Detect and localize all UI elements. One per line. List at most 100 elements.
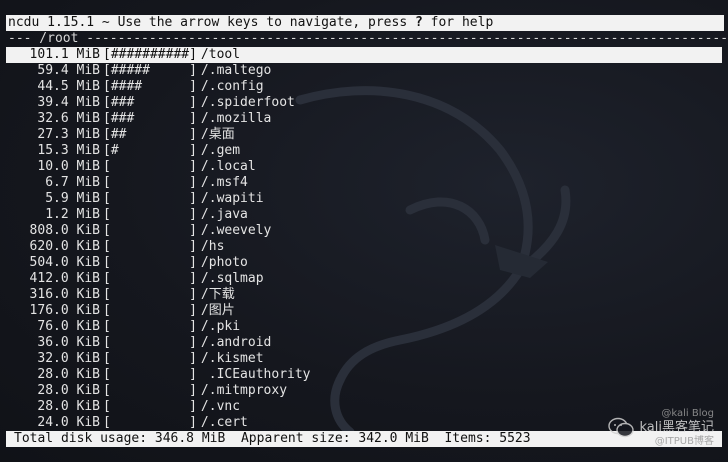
entry-size: 27.3 MiB [37,127,100,142]
usage-bar: [ ] [103,287,197,302]
entry-name: /.mozilla [200,111,272,126]
usage-bar: [ ] [103,351,197,366]
entry-name: .ICEauthority [200,367,311,382]
entry-name: /.spiderfoot [200,95,295,110]
title-bar: ncdu 1.15.1 ~ Use the arrow keys to navi… [6,15,724,31]
entry-size: 6.7 MiB [45,175,100,190]
directory-entry[interactable]: 76.0 KiB[ ]/.pki [6,319,722,335]
entry-name: /.android [200,335,272,350]
terminal-window[interactable]: ncdu 1.15.1 ~ Use the arrow keys to navi… [0,0,728,462]
directory-entry[interactable]: 28.0 KiB[ ]/.mitmproxy [6,383,722,399]
entry-name: /hs [200,239,225,254]
entry-name: /.vnc [200,399,241,414]
directory-entry[interactable]: 59.4 MiB [##### ]/.maltego [6,63,722,79]
usage-bar: [ ] [103,239,197,254]
entry-size: 39.4 MiB [37,95,100,110]
entry-size: 28.0 KiB [37,367,100,382]
watermark: @kali Blog kali黑客笔记 @ITPUB博客 [607,408,715,447]
current-path: --- /root ------------------------------… [8,31,728,46]
entry-size: 504.0 KiB [29,255,100,270]
directory-entry[interactable]: 5.9 MiB[ ]/.wapiti [6,191,722,207]
entry-size: 316.0 KiB [29,287,100,302]
directory-entry[interactable]: 620.0 KiB[ ]/hs [6,239,722,255]
directory-entry[interactable]: 6.7 MiB[ ]/.msf4 [6,175,722,191]
entry-size: 1.2 MiB [45,207,100,222]
usage-bar: [ ] [103,207,197,222]
title-text: ncdu 1.15.1 ~ Use the arrow keys to navi… [8,15,415,30]
entry-name: /.sqlmap [200,271,264,286]
wechat-icon [607,417,634,438]
entry-size: 32.0 KiB [37,351,100,366]
usage-bar: [ ] [103,415,197,430]
watermark-line1: @kali Blog [661,408,714,419]
directory-entry[interactable]: 39.4 MiB [### ]/.spiderfoot [6,95,722,111]
directory-entry[interactable]: 412.0 KiB[ ]/.sqlmap [6,271,722,287]
directory-entry[interactable]: 808.0 KiB[ ]/.weevely [6,223,722,239]
directory-entry[interactable]: 32.0 KiB[ ]/.kismet [6,351,722,367]
entry-size: 36.0 KiB [37,335,100,350]
entry-size: 59.4 MiB [37,63,100,78]
usage-bar: [ ] [103,383,197,398]
usage-bar: [ ] [103,319,197,334]
entry-name: /.msf4 [200,175,248,190]
entry-name: /下载 [200,287,235,302]
entry-size: 176.0 KiB [29,303,100,318]
watermark-line3: @ITPUB博客 [654,436,714,447]
entry-size: 28.0 KiB [37,383,100,398]
usage-bar: [### ] [103,111,197,126]
directory-entry[interactable]: 176.0 KiB[ ]/图片 [6,303,722,319]
watermark-line2: kali黑客笔记 [639,420,715,435]
entry-name: /.pki [200,319,241,334]
entry-size: 24.0 KiB [37,415,100,430]
entry-name: /.kismet [200,351,264,366]
entry-name: /图片 [200,303,235,318]
entry-size: 32.6 MiB [37,111,100,126]
usage-bar: [ ] [103,335,197,350]
title-suffix: for help [422,15,494,30]
usage-bar: [ ] [103,223,197,238]
directory-entry[interactable]: 44.5 MiB [#### ]/.config [6,79,722,95]
directory-entry[interactable]: 504.0 KiB[ ]/photo [6,255,722,271]
usage-bar: [ ] [103,399,197,414]
directory-list[interactable]: 101.1 MiB [##########]/tool 59.4 MiB [#####… [6,47,722,431]
entry-name: /.cert [200,415,248,430]
usage-bar: [ ] [103,271,197,286]
usage-bar: [ ] [103,159,197,174]
entry-name: /.maltego [200,63,272,78]
directory-entry[interactable]: 316.0 KiB[ ]/下载 [6,287,722,303]
usage-bar: [##### ] [103,63,197,78]
entry-size: 10.0 MiB [37,159,100,174]
directory-entry[interactable]: 28.0 KiB[ ] .ICEauthority [6,367,722,383]
entry-size: 28.0 KiB [37,399,100,414]
directory-entry[interactable]: 32.6 MiB [### ]/.mozilla [6,111,722,127]
entry-name: /.java [200,207,248,222]
entry-size: 412.0 KiB [29,271,100,286]
usage-bar: [ ] [103,367,197,382]
entry-name: /桌面 [200,127,235,142]
usage-bar: [#### ] [103,79,197,94]
directory-entry[interactable]: 15.3 MiB [# ]/.gem [6,143,722,159]
entry-name: /photo [200,255,248,270]
entry-name: /.config [200,79,264,94]
entry-name: /.local [200,159,256,174]
usage-bar: [ ] [103,175,197,190]
entry-size: 44.5 MiB [37,79,100,94]
entry-size: 808.0 KiB [29,223,100,238]
entry-size: 101.1 MiB [29,47,100,62]
entry-name: /tool [200,47,241,62]
entry-name: /.wapiti [200,191,264,206]
directory-entry[interactable]: 10.0 MiB[ ]/.local [6,159,722,175]
usage-bar: [# ] [103,143,197,158]
directory-entry[interactable]: 101.1 MiB [##########]/tool [6,47,722,63]
usage-bar: [ ] [103,191,197,206]
directory-entry[interactable]: 36.0 KiB[ ]/.android [6,335,722,351]
usage-bar: [ ] [103,303,197,318]
directory-entry[interactable]: 27.3 MiB [## ]/桌面 [6,127,722,143]
entry-name: /.gem [200,143,241,158]
usage-bar: [### ] [103,95,197,110]
directory-entry[interactable]: 1.2 MiB[ ]/.java [6,207,722,223]
entry-size: 15.3 MiB [37,143,100,158]
help-key: ? [415,15,423,30]
entry-size: 620.0 KiB [29,239,100,254]
usage-bar: [## ] [103,127,197,142]
